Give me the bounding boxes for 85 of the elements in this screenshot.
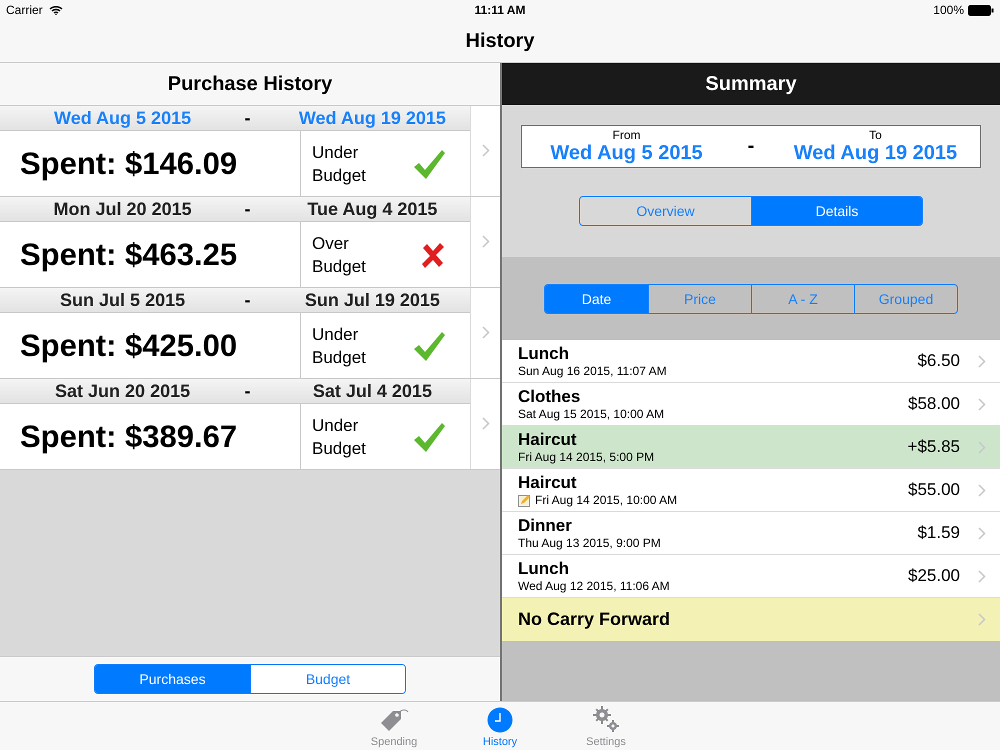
spent-amount: Spent: $146.09	[20, 146, 238, 182]
budget-status: Budget	[312, 164, 366, 186]
segment-tab[interactable]: Purchases	[95, 665, 250, 693]
purchase-name: Dinner	[518, 516, 573, 536]
purchase-row[interactable]: Dinner Thu Aug 13 2015, 9:00 PM $1.59	[502, 512, 1000, 555]
chevron-icon	[978, 354, 986, 368]
purchase-date: Wed Aug 12 2015, 11:06 AM	[518, 579, 670, 593]
purchase-row[interactable]: Haircut Fri Aug 14 2015, 10:00 AM $55.00	[502, 469, 1000, 512]
purchase-name: Lunch	[518, 559, 570, 579]
chevron-icon	[978, 526, 986, 540]
from-label: From	[612, 128, 641, 142]
end-date: Sun Jul 19 2015	[304, 290, 441, 310]
chevron-icon[interactable]	[482, 235, 490, 248]
chevron-icon	[978, 398, 986, 410]
start-date: Wed Aug 5 2015	[53, 108, 192, 128]
purchase-name: Lunch	[518, 344, 570, 364]
purchase-amount: $6.50	[917, 351, 960, 371]
tab-bar-item[interactable]: Spending	[361, 702, 427, 750]
purchase-name: Clothes	[518, 387, 582, 407]
chevron-icon	[978, 484, 986, 496]
purchase-date: Sat Aug 15 2015, 10:00 AM	[518, 407, 664, 421]
purchase-amount: $58.00	[908, 394, 960, 414]
chevron-icon[interactable]	[482, 144, 490, 157]
sort-tab[interactable]: A - Z	[751, 284, 854, 312]
nav-title: History	[466, 30, 534, 52]
chevron-icon	[978, 440, 986, 454]
budget-status: Budget	[312, 256, 366, 278]
sort-tab[interactable]: Date	[545, 284, 648, 312]
tab-bar-item[interactable]: History	[467, 702, 533, 750]
end-date: Sat Jul 4 2015	[312, 380, 433, 402]
segment-tab[interactable]: Overview	[580, 197, 751, 225]
purchase-date: Fri Aug 14 2015, 5:00 PM	[518, 450, 654, 464]
date-separator: -	[244, 198, 252, 220]
tab-bar-item[interactable]: Settings	[573, 702, 639, 750]
purchase-row[interactable]: Haircut Fri Aug 14 2015, 5:00 PM +$5.85	[502, 426, 1000, 469]
segment-tab[interactable]: Details	[751, 197, 922, 225]
to-date[interactable]: Wed Aug 19 2015	[794, 142, 958, 164]
battery-icon	[968, 4, 994, 16]
panel-title: Purchase History	[168, 72, 332, 96]
purchase-amount: +$5.85	[908, 437, 960, 457]
status-time: 11:11 AM	[474, 3, 526, 17]
date-separator: -	[244, 108, 252, 128]
segment-tab[interactable]: Budget	[250, 665, 405, 693]
purchase-row[interactable]: Lunch Sun Aug 16 2015, 11:07 AM $6.50	[502, 340, 1000, 383]
end-date: Tue Aug 4 2015	[306, 198, 438, 220]
date-separator: -	[244, 380, 252, 402]
purchase-amount: $55.00	[908, 480, 960, 500]
start-date: Sat Jun 20 2015	[54, 380, 192, 402]
purchase-amount: $1.59	[917, 523, 960, 543]
chevron-icon	[978, 570, 986, 582]
sort-tab[interactable]: Price	[648, 284, 751, 312]
chevron-icon	[978, 613, 986, 626]
settings-icon	[592, 705, 620, 733]
budget-status: Under	[312, 414, 360, 436]
start-date: Sun Jul 5 2015	[59, 290, 186, 310]
chevron-icon[interactable]	[482, 417, 490, 430]
budget-status: Under	[312, 142, 360, 164]
spent-amount: Spent: $425.00	[20, 328, 238, 364]
start-date: Mon Jul 20 2015	[52, 198, 193, 220]
chevron-icon[interactable]	[482, 326, 490, 339]
spent-amount: Spent: $389.67	[20, 418, 238, 454]
budget-status: Budget	[312, 438, 366, 460]
date-separator: -	[746, 135, 756, 158]
purchase-date: Fri Aug 14 2015, 10:00 AM	[535, 493, 678, 507]
battery-percent: 100%	[933, 3, 964, 17]
carry-forward-row[interactable]: No Carry Forward	[502, 598, 1000, 641]
purchase-name: Haircut	[518, 473, 578, 493]
to-label: To	[869, 128, 882, 142]
budget-status: Under	[312, 324, 360, 346]
purchase-date: Thu Aug 13 2015, 9:00 PM	[518, 536, 661, 550]
purchase-name: Haircut	[518, 430, 578, 450]
carrier-name: Carrier	[6, 3, 43, 17]
spent-amount: Spent: $463.25	[20, 236, 238, 272]
wifi-icon	[48, 5, 63, 15]
date-separator: -	[244, 290, 252, 310]
from-date[interactable]: Wed Aug 5 2015	[550, 142, 703, 164]
purchase-date: Sun Aug 16 2015, 11:07 AM	[518, 364, 667, 378]
budget-status: Over	[312, 232, 350, 254]
price-tag-icon	[379, 707, 409, 733]
sort-tab[interactable]: Grouped	[854, 284, 957, 312]
purchase-amount: $25.00	[908, 566, 960, 586]
clock-icon	[487, 707, 513, 733]
budget-status: Budget	[312, 346, 366, 368]
panel-title: Summary	[705, 72, 797, 96]
end-date: Wed Aug 19 2015	[298, 108, 447, 128]
